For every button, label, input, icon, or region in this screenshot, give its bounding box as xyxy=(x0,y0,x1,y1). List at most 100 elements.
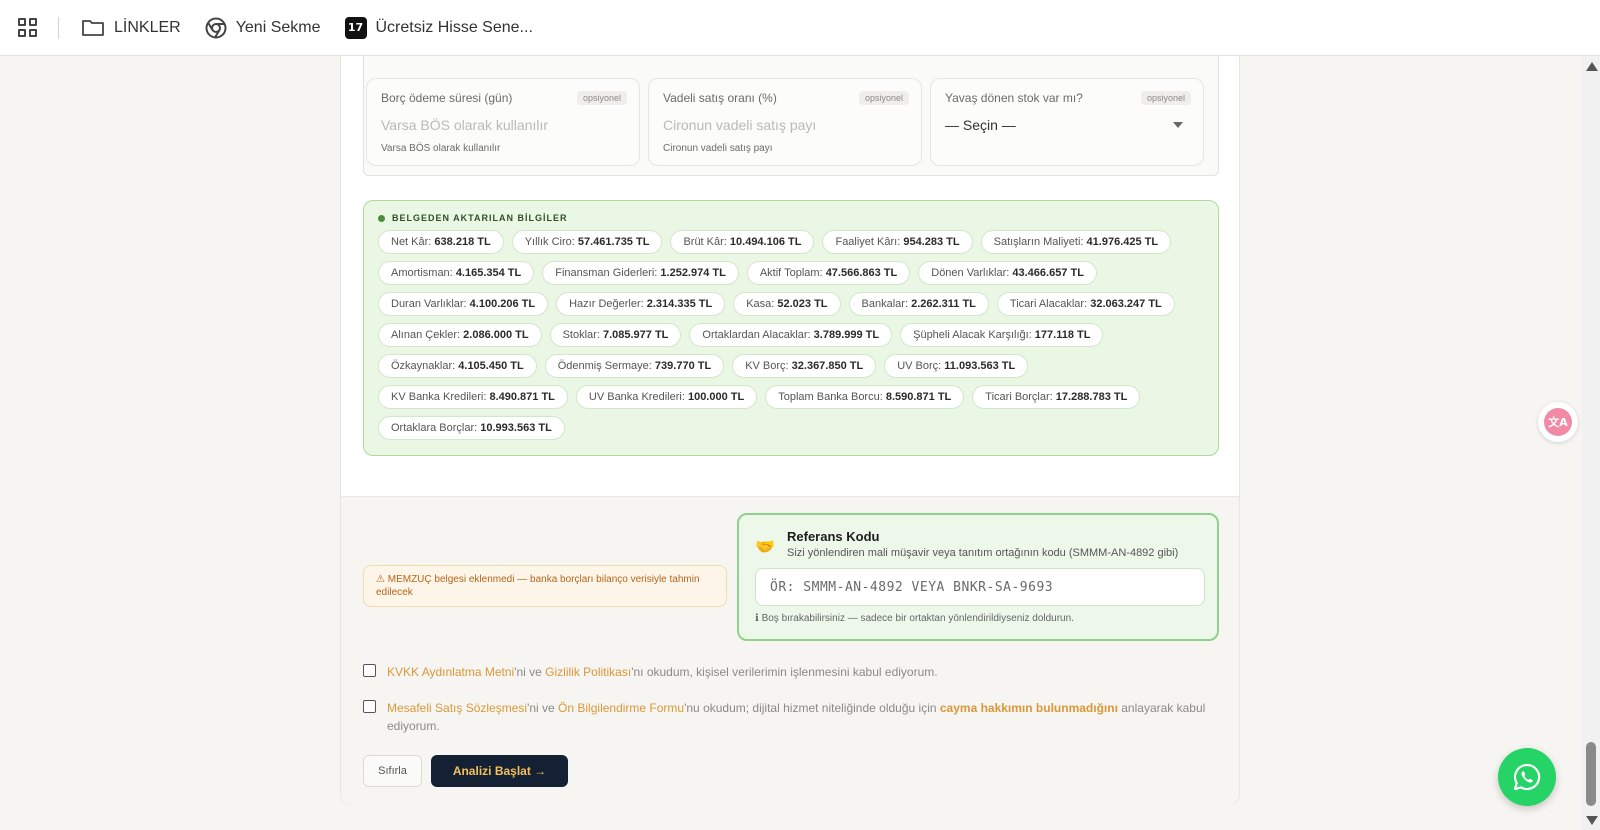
bookmark-linkler[interactable]: LİNKLER xyxy=(81,18,181,38)
page-scrollbar[interactable] xyxy=(1582,56,1600,830)
status-dot-icon xyxy=(378,214,385,222)
kvkk-text-part: 'nı okudum, kişisel verilerimin işlenmes… xyxy=(631,665,938,679)
extracted-chip: Ortaklardan Alacaklar: 3.789.999 TL xyxy=(689,323,893,347)
extracted-chip: Ticari Borçlar: 17.288.783 TL xyxy=(972,385,1141,409)
referral-code-input[interactable]: ÖR: SMMM-AN-4892 VEYA BNKR-SA-9693 xyxy=(755,568,1205,606)
sales-checkbox[interactable] xyxy=(363,700,376,713)
tradingview-icon: 17 xyxy=(344,16,367,39)
translate-icon: 文A xyxy=(1544,408,1572,436)
chip-label: UV Banka Kredileri: xyxy=(588,391,685,403)
extracted-chip: Özkaynaklar: 4.105.450 TL xyxy=(378,354,537,378)
optional-fields-section: Borç ödeme süresi (gün) opsiyonel Varsa … xyxy=(363,56,1219,176)
form-card: Borç ödeme süresi (gün) opsiyonel Varsa … xyxy=(340,56,1240,806)
distance-sales-link[interactable]: Mesafeli Satış Sözleşmesi xyxy=(387,701,527,715)
extracted-title-text: BELGEDEN AKTARILAN BİLGİLER xyxy=(392,213,568,223)
extracted-chip: Kasa: 52.023 TL xyxy=(733,292,841,316)
chip-value: 17.288.783 TL xyxy=(1055,391,1128,403)
bookmark-label: Yeni Sekme xyxy=(235,18,321,36)
referral-note: ℹ Boş bırakabilirsiniz — sadece bir orta… xyxy=(755,613,1074,624)
chip-value: 4.105.450 TL xyxy=(458,360,524,372)
chip-value: 8.590.871 TL xyxy=(885,391,952,403)
referral-title: Referans Kodu xyxy=(787,529,880,544)
chip-label: Ortaklardan Alacaklar: xyxy=(702,329,811,341)
debt-days-field[interactable]: Borç ödeme süresi (gün) opsiyonel Varsa … xyxy=(366,78,640,166)
chip-value: 32.063.247 TL xyxy=(1090,298,1162,310)
chip-label: Duran Varlıklar: xyxy=(391,298,467,310)
whatsapp-icon xyxy=(1513,763,1541,791)
select-value: — Seçin — xyxy=(945,117,1016,133)
chrome-icon xyxy=(205,17,227,39)
extracted-chip: Ticari Alacaklar: 32.063.247 TL xyxy=(996,292,1175,316)
extracted-title: BELGEDEN AKTARILAN BİLGİLER xyxy=(378,213,1204,223)
extracted-chip: Toplam Banka Borcu: 8.590.871 TL xyxy=(765,385,965,409)
chip-value: 1.252.974 TL xyxy=(660,267,726,279)
chip-value: 739.770 TL xyxy=(654,360,712,372)
scroll-up-arrow-icon[interactable] xyxy=(1586,62,1598,71)
kvkk-link[interactable]: KVKK Aydınlatma Metni xyxy=(387,665,514,679)
handshake-icon: 🤝 xyxy=(755,539,775,556)
referral-subtitle: Sizi yönlendiren mali müşavir veya tanıt… xyxy=(787,547,1179,559)
chip-label: Hazır Değerler: xyxy=(569,298,644,310)
withdrawal-right-link[interactable]: cayma hakkımın bulunmadığını xyxy=(940,701,1118,715)
chip-value: 47.566.863 TL xyxy=(825,267,898,279)
chip-label: Amortisman: xyxy=(391,267,453,279)
slow-stock-select[interactable]: — Seçin — xyxy=(945,117,1189,133)
whatsapp-button[interactable] xyxy=(1498,748,1556,806)
extracted-chip: Duran Varlıklar: 4.100.206 TL xyxy=(378,292,549,316)
chip-value: 8.490.871 TL xyxy=(489,391,555,403)
scroll-down-arrow-icon[interactable] xyxy=(1586,816,1598,825)
submit-section: ⚠ MEMZUÇ belgesi eklenmedi — banka borçl… xyxy=(341,496,1239,806)
extracted-chip: Yıllık Ciro: 57.461.735 TL xyxy=(511,230,663,254)
chip-value: 57.461.735 TL xyxy=(577,236,650,248)
chip-value: 52.023 TL xyxy=(777,298,828,310)
bookmark-yeni-sekme[interactable]: Yeni Sekme xyxy=(205,17,321,39)
extracted-chip: Bankalar: 2.262.311 TL xyxy=(848,292,989,316)
extracted-chip: Net Kâr: 638.218 TL xyxy=(378,230,504,254)
bookmarks-bar: LİNKLER Yeni Sekme 17 Ücretsiz Hisse Sen… xyxy=(0,0,1600,56)
chip-list: Net Kâr: 638.218 TL Yıllık Ciro: 57.461.7… xyxy=(378,230,1204,440)
translate-button[interactable]: 文A xyxy=(1538,402,1578,442)
sales-text-part: 'ni ve xyxy=(527,701,559,715)
chip-value: 177.118 TL xyxy=(1034,329,1091,341)
optional-badge: opsiyonel xyxy=(576,91,627,105)
forward-sales-field[interactable]: Vadeli satış oranı (%) opsiyonel Cironun… xyxy=(648,78,922,166)
chip-label: Finansman Giderleri: xyxy=(555,267,658,279)
bookmark-hisse[interactable]: 17 Ücretsiz Hisse Sene... xyxy=(344,16,533,39)
privacy-policy-link[interactable]: Gizlilik Politikası xyxy=(545,665,631,679)
chip-value: 638.218 TL xyxy=(434,236,491,248)
chip-label: KV Banka Kredileri: xyxy=(391,391,487,403)
start-analysis-button[interactable]: Analizi Başlat → xyxy=(431,755,568,787)
extracted-chip: KV Borç: 32.367.850 TL xyxy=(732,354,877,378)
chip-value: 2.086.000 TL xyxy=(463,329,529,341)
chip-label: Kasa: xyxy=(746,298,775,310)
kvkk-checkbox[interactable] xyxy=(363,664,376,677)
chip-label: Stoklar: xyxy=(562,329,600,341)
extracted-chip: UV Borç: 11.093.563 TL xyxy=(884,354,1029,378)
scrollbar-thumb[interactable] xyxy=(1586,742,1596,806)
chip-label: UV Borç: xyxy=(897,360,942,372)
tradingview-logo: 17 xyxy=(344,16,367,39)
chip-value: 3.789.999 TL xyxy=(813,329,880,341)
chip-label: Yıllık Ciro: xyxy=(524,236,575,248)
extracted-chip: KV Banka Kredileri: 8.490.871 TL xyxy=(378,385,568,409)
extracted-chip: Satışların Maliyeti: 41.976.425 TL xyxy=(980,230,1172,254)
extracted-chip: Şüpheli Alacak Karşılığı: 177.118 TL xyxy=(900,323,1104,347)
debt-days-input[interactable]: Varsa BÖS olarak kullanılır xyxy=(381,117,625,133)
extracted-chip: Ortaklara Borçlar: 10.993.563 TL xyxy=(378,416,565,440)
field-hint: Varsa BÖS olarak kullanılır xyxy=(381,143,501,154)
chip-value: 10.993.563 TL xyxy=(480,422,552,434)
optional-badge: opsiyonel xyxy=(1140,91,1191,105)
chip-value: 43.466.657 TL xyxy=(1012,267,1084,279)
extracted-chip: Aktif Toplam: 47.566.863 TL xyxy=(746,261,911,285)
extracted-chip: Brüt Kâr: 10.494.106 TL xyxy=(670,230,815,254)
pre-info-form-link[interactable]: Ön Bilgilendirme Formu xyxy=(558,701,684,715)
bookmark-label: Ücretsiz Hisse Sene... xyxy=(375,18,533,36)
chip-label: Satışların Maliyeti: xyxy=(993,236,1084,248)
chip-value: 2.262.311 TL xyxy=(911,298,976,310)
kvkk-text-part: 'ni ve xyxy=(514,665,546,679)
apps-grid-icon[interactable] xyxy=(18,17,38,38)
forward-sales-input[interactable]: Cironun vadeli satış payı xyxy=(663,117,907,133)
chip-label: Alınan Çekler: xyxy=(391,329,461,341)
slow-stock-field[interactable]: Yavaş dönen stok var mı? opsiyonel — Seç… xyxy=(930,78,1204,166)
reset-button[interactable]: Sıfırla xyxy=(363,755,422,787)
